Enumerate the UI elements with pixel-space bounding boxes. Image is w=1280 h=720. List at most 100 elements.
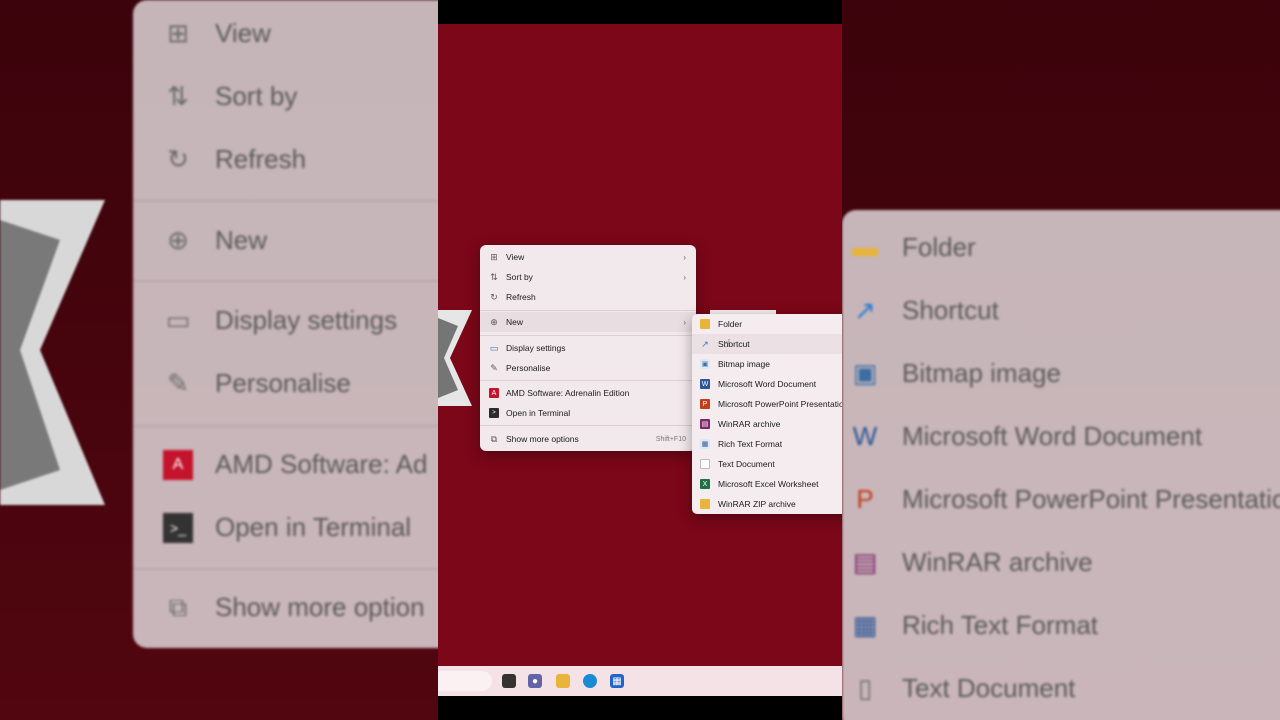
blur-item-refresh: ↻ Refresh [163,144,306,175]
blur-sub-bitmap: ▣ Bitmap image [850,358,1061,389]
submenu-item-excel-worksheet[interactable]: X Microsoft Excel Worksheet [692,474,842,494]
submenu-item-label: Microsoft Word Document [718,379,817,389]
blur-sub-powerpoint: P Microsoft PowerPoint Presentatio [850,484,1280,515]
blur-label: Text Document [902,673,1076,703]
blur-sub-rtf: ▦ Rich Text Format [850,610,1098,641]
refresh-icon: ↻ [167,144,189,174]
menu-separator [480,310,696,311]
amd-icon: A [163,449,193,480]
submenu-item-winrar-archive[interactable]: ▤ WinRAR archive [692,414,842,434]
menu-item-label: Display settings [506,343,566,353]
menu-item-new[interactable]: ⊕ New › [480,312,696,332]
menu-item-amd-software[interactable]: A AMD Software: Adrenalin Edition [480,383,696,403]
menu-item-open-in-terminal[interactable]: > Open in Terminal [480,403,696,423]
menu-separator [480,380,696,381]
bitmap-icon: ▣ [700,359,710,369]
submenu-item-shortcut[interactable]: ↗ Shortcut [692,334,842,354]
terminal-icon: >_ [163,512,193,543]
pen-icon: ✎ [490,362,498,373]
file-explorer-icon[interactable] [556,674,570,688]
menu-item-label: Refresh [506,292,536,302]
new-submenu: Folder ↗ Shortcut ▣ Bitmap image W Microsof… [692,314,842,514]
show-more-icon: ⧉ [490,433,498,444]
menu-item-personalise[interactable]: ✎ Personalise [480,358,696,378]
submenu-item-label: Shortcut [718,339,750,349]
menu-item-refresh[interactable]: ↻ Refresh [480,287,696,307]
blur-separator [133,425,438,427]
blur-separator [133,280,438,282]
rtf-icon: ▦ [700,439,710,449]
shortcut-hint: Shift+F10 [655,435,686,443]
new-plus-icon: ⊕ [490,316,498,327]
chevron-right-icon: › [683,252,686,262]
screen: ⊞ View ⇅ Sort by ↻ Refresh ⊕ New ▭ Display se… [0,0,1280,720]
blur-item-terminal: >_ Open in Terminal [163,512,411,543]
submenu-item-label: WinRAR ZIP archive [718,499,796,509]
microsoft-store-icon[interactable]: ▦ [610,674,624,688]
bitmap-icon: ▣ [852,358,878,388]
powerpoint-icon: P [700,399,710,409]
menu-item-show-more-options[interactable]: ⧉ Show more options Shift+F10 [480,429,696,449]
context-menu: ⊞ View › ⇅ Sort by › ↻ Refresh ⊕ New › ▭ Display… [480,245,696,451]
blur-label: Microsoft PowerPoint Presentatio [902,484,1280,514]
task-view-icon[interactable] [502,674,516,688]
blur-label: Bitmap image [902,358,1061,388]
shortcut-arrow-icon: ↗ [701,338,709,349]
blurred-submenu-right: ▬ Folder ↗ Shortcut ▣ Bitmap image W Microso… [842,210,1280,720]
blur-label: WinRAR archive [902,547,1093,577]
submenu-item-label: Bitmap image [718,359,770,369]
sort-icon: ⇅ [490,271,498,282]
blur-label: Refresh [215,144,307,174]
center-capture: ⊞ View › ⇅ Sort by › ↻ Refresh ⊕ New › ▭ Display… [438,0,842,720]
powerpoint-icon: P [856,484,874,514]
menu-item-label: AMD Software: Adrenalin Edition [506,388,630,398]
excel-icon: X [700,479,710,489]
menu-item-label: Sort by [506,272,533,282]
blur-label: Microsoft Word Document [902,421,1203,451]
menu-item-display-settings[interactable]: ▭ Display settings [480,338,696,358]
menu-item-label: New [506,317,524,327]
blur-separator [133,200,438,202]
edge-browser-icon[interactable] [583,674,597,688]
submenu-item-word-document[interactable]: W Microsoft Word Document [692,374,842,394]
chevron-right-icon: › [683,317,686,327]
blur-item-amd: A AMD Software: Ad [163,449,427,480]
word-icon: W [700,379,710,389]
pen-icon: ✎ [167,368,189,398]
wallpaper-x-logo-left [0,200,105,505]
menu-item-sort-by[interactable]: ⇅ Sort by › [480,267,696,287]
blur-label: New [215,225,268,255]
text-document-icon: ▯ [857,673,873,703]
blur-label: Sort by [215,81,298,111]
folder-icon: ▬ [852,232,878,262]
blur-item-more: ⧉ Show more option [163,592,425,623]
shortcut-arrow-icon: ↗ [854,295,876,325]
submenu-item-folder[interactable]: Folder [692,314,842,334]
view-grid-icon: ⊞ [490,251,498,262]
submenu-item-rich-text[interactable]: ▦ Rich Text Format [692,434,842,454]
winrar-icon: ▤ [700,419,710,429]
display-settings-icon: ▭ [165,305,191,335]
blur-label: AMD Software: Ad [215,449,428,479]
view-grid-icon: ⊞ [167,18,189,48]
blur-label: View [215,18,271,48]
blur-label: Personalise [215,368,351,398]
submenu-item-text-document[interactable]: Text Document [692,454,842,474]
blur-sub-word: W Microsoft Word Document [850,421,1202,452]
terminal-icon: > [489,408,499,418]
teams-chat-icon[interactable]: ● [528,674,542,688]
blur-label: Folder [902,232,976,262]
blur-separator [133,568,438,570]
blur-label: Show more option [215,592,425,622]
folder-icon [700,319,710,329]
taskbar-search-box[interactable] [438,671,492,691]
submenu-item-label: Rich Text Format [718,439,783,449]
menu-separator [480,425,696,426]
submenu-item-label: Folder [718,319,743,329]
menu-item-view[interactable]: ⊞ View › [480,247,696,267]
submenu-item-winrar-zip[interactable]: WinRAR ZIP archive [692,494,842,514]
submenu-item-bitmap-image[interactable]: ▣ Bitmap image [692,354,842,374]
submenu-item-powerpoint[interactable]: P Microsoft PowerPoint Presentation [692,394,842,414]
new-plus-icon: ⊕ [167,225,189,255]
menu-item-label: Open in Terminal [506,408,571,418]
